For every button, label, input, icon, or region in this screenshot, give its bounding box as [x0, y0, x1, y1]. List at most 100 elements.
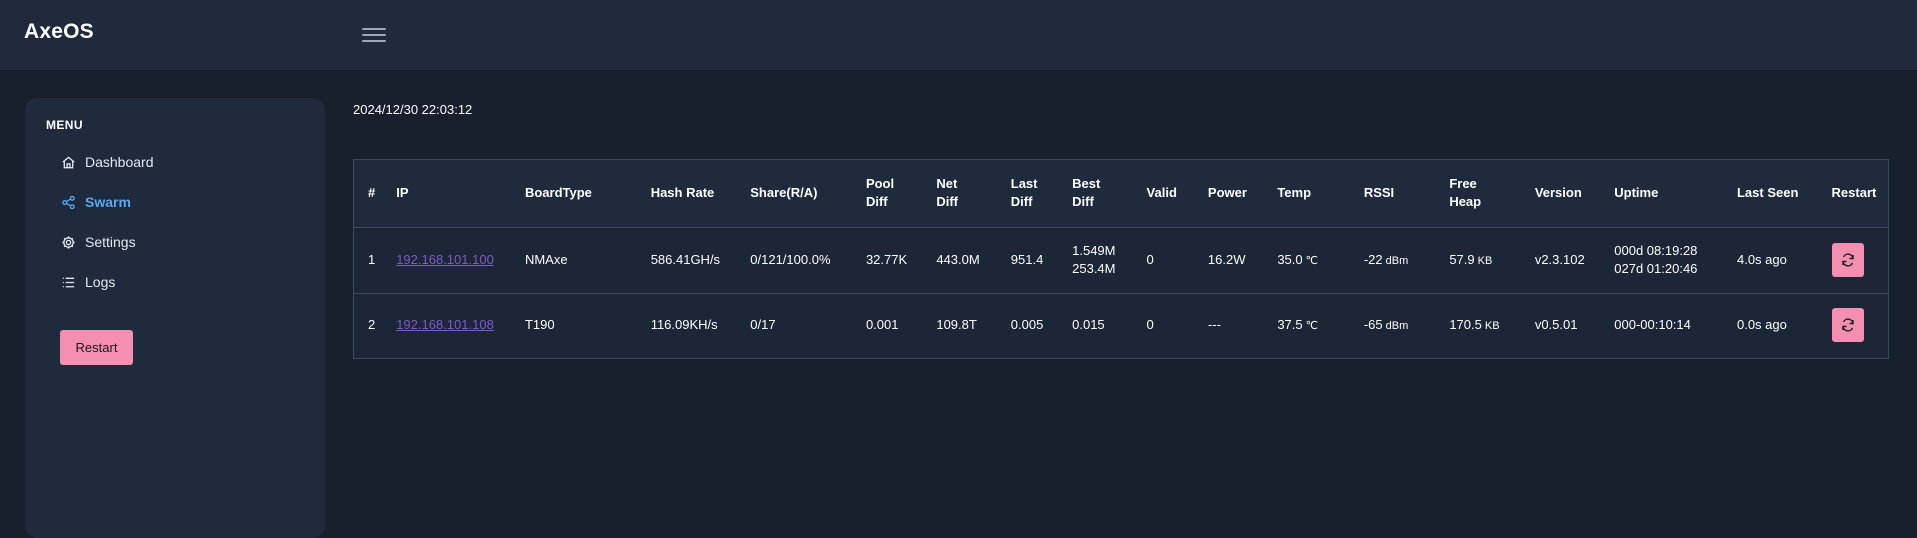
sidebar-item-label: Dashboard	[85, 154, 154, 170]
cell-bestdiff: 1.549M 253.4M	[1066, 227, 1140, 293]
header-line: Last	[1010, 176, 1038, 192]
uptime-total: 027d 01:20:46	[1614, 261, 1698, 276]
col-header-restart: Restart	[1831, 185, 1877, 201]
col-header-freeheap: Free Heap	[1443, 160, 1529, 227]
header-line: Diff	[936, 194, 959, 210]
cell-rssi: -22 dBm	[1358, 227, 1444, 293]
sidebar: MENU Dashboard Swarm Settings Logs Resta…	[25, 98, 325, 538]
rssi-value: -22	[1363, 251, 1383, 267]
home-icon	[60, 154, 76, 170]
timestamp: 2024/12/30 22:03:12	[353, 102, 473, 117]
cell-temp: 35.0 ℃	[1271, 227, 1358, 293]
cell-ip: 192.168.101.100	[390, 227, 519, 293]
sidebar-item-logs[interactable]: Logs	[60, 270, 115, 294]
uptime-current: 000d 08:19:28	[1614, 243, 1698, 258]
cell-boardtype: T190	[524, 317, 555, 333]
brand-title: AxeOS	[24, 20, 94, 43]
temp-unit: ℃	[1305, 319, 1318, 332]
header-line: Best	[1072, 176, 1101, 192]
hamburger-line	[362, 40, 386, 42]
col-header-ip: IP	[396, 185, 409, 201]
cell-hashrate: 116.09KH/s	[650, 317, 718, 333]
row-restart-button[interactable]	[1831, 243, 1864, 277]
col-header-lastdiff: Last Diff	[1005, 160, 1066, 227]
cell-hashrate: 586.41GH/s	[650, 252, 721, 267]
hamburger-line	[362, 34, 386, 36]
cell-temp: 37.5 ℃	[1271, 293, 1358, 357]
rssi-unit: dBm	[1385, 319, 1409, 332]
col-header-bestdiff: Best Diff	[1066, 160, 1140, 227]
freeheap-unit: KB	[1484, 319, 1500, 332]
sidebar-item-dashboard[interactable]: Dashboard	[60, 150, 154, 174]
cell-pooldiff: 0.001	[865, 317, 899, 333]
col-header-hashrate: Hash Rate	[650, 185, 715, 201]
header-line: Diff	[1072, 194, 1094, 210]
sidebar-item-label: Logs	[85, 274, 116, 290]
col-header-num: #	[368, 185, 376, 201]
sidebar-item-settings[interactable]: Settings	[60, 230, 136, 254]
header-line: Heap	[1449, 194, 1482, 210]
cell-netdiff: 443.0M	[936, 252, 980, 267]
rssi-value: -65	[1363, 316, 1383, 332]
cell-uptime: 000d 08:19:28 027d 01:20:46	[1608, 227, 1731, 293]
temp-unit: ℃	[1305, 254, 1318, 267]
cell-freeheap: 57.9 KB	[1443, 227, 1529, 293]
col-header-boardtype: BoardType	[524, 185, 592, 201]
header-line: Diff	[1010, 194, 1033, 210]
temp-value: 35.0	[1277, 251, 1303, 267]
swarm-table: # IP BoardType Hash Rate Share(R/A) Pool…	[353, 159, 1889, 359]
cell-freeheap: 170.5 KB	[1443, 293, 1529, 357]
sidebar-item-label: Settings	[85, 234, 136, 250]
col-header-uptime: Uptime	[1614, 185, 1659, 201]
cell-boardtype: NMAxe	[524, 252, 568, 267]
cell-shares: 0/121/100.0%	[750, 252, 831, 267]
freeheap-unit: KB	[1477, 254, 1493, 267]
col-header-valid: Valid	[1146, 185, 1177, 201]
col-header-temp: Temp	[1277, 185, 1312, 201]
sidebar-item-label: Swarm	[85, 194, 131, 210]
table-header-row: # IP BoardType Hash Rate Share(R/A) Pool…	[354, 160, 1888, 227]
cell-uptime: 000-00:10:14	[1614, 317, 1691, 333]
cell-netdiff: 109.8T	[936, 317, 977, 333]
cell-lastdiff: 0.005	[1010, 317, 1044, 333]
share-icon	[60, 194, 76, 210]
bestdiff-alltime: 253.4M	[1072, 261, 1116, 276]
cell-restart	[1826, 227, 1888, 293]
cell-rssi: -65 dBm	[1358, 293, 1444, 357]
cell-ip: 192.168.101.108	[390, 293, 519, 357]
col-header-netdiff: Net Diff	[930, 160, 1004, 227]
ip-link[interactable]: 192.168.101.108	[396, 317, 494, 332]
table-row: 1 192.168.101.100 NMAxe 586.41GH/s 0/121…	[354, 227, 1888, 293]
col-header-lastseen: Last Seen	[1736, 185, 1799, 201]
cell-num: 2	[368, 317, 376, 333]
cell-pooldiff: 32.77K	[865, 252, 908, 267]
restart-button[interactable]: Restart	[60, 330, 133, 365]
cell-num: 1	[368, 252, 376, 267]
cell-valid: 0	[1146, 317, 1154, 333]
gear-icon	[60, 234, 76, 250]
sidebar-item-swarm[interactable]: Swarm	[60, 190, 131, 214]
menu-title: MENU	[46, 118, 83, 132]
table-row: 2 192.168.101.108 T190 116.09KH/s 0/17 0…	[354, 293, 1888, 357]
header-line: Pool	[865, 176, 895, 192]
rssi-unit: dBm	[1385, 254, 1409, 267]
header-line: Net	[936, 176, 958, 192]
hamburger-menu-icon[interactable]	[362, 25, 386, 47]
refresh-icon	[1841, 253, 1854, 267]
col-header-version: Version	[1534, 185, 1582, 201]
top-bar: AxeOS	[0, 0, 1917, 70]
col-header-power: Power	[1207, 185, 1247, 201]
cell-lastdiff: 951.4	[1010, 252, 1044, 267]
cell-bestdiff: 0.015	[1072, 317, 1105, 333]
cell-shares: 0/17	[750, 317, 776, 333]
freeheap-value: 57.9	[1449, 251, 1475, 267]
swarm-table-grid: # IP BoardType Hash Rate Share(R/A) Pool…	[354, 160, 1888, 357]
col-header-pooldiff: Pool Diff	[860, 160, 930, 227]
refresh-icon	[1841, 318, 1854, 332]
cell-valid: 0	[1146, 252, 1154, 267]
freeheap-value: 170.5	[1449, 316, 1482, 332]
row-restart-button[interactable]	[1831, 308, 1864, 343]
col-header-rssi: RSSI	[1363, 185, 1395, 201]
temp-value: 37.5	[1277, 316, 1303, 332]
ip-link[interactable]: 192.168.101.100	[396, 252, 494, 267]
